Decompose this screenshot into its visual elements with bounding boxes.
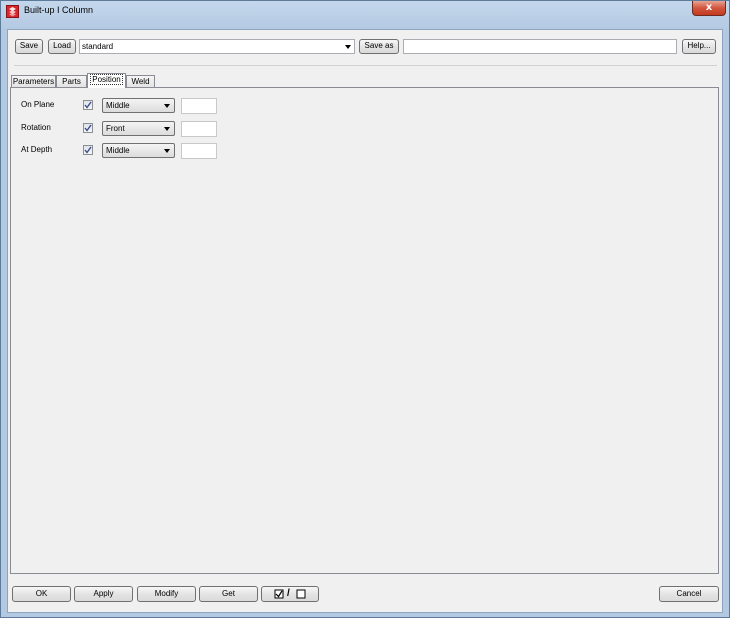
at-depth-offset-input[interactable] xyxy=(181,143,217,159)
chevron-down-icon[interactable] xyxy=(345,45,351,49)
tab-weld[interactable]: Weld xyxy=(126,75,155,87)
help-button[interactable]: Help... xyxy=(682,39,716,54)
modify-button[interactable]: Modify xyxy=(137,586,196,602)
title-bar[interactable]: Built-up I Column x xyxy=(1,1,729,22)
close-button[interactable]: x xyxy=(692,1,726,16)
ok-button[interactable]: OK xyxy=(12,586,71,602)
on-plane-checkbox[interactable] xyxy=(83,100,93,110)
rotation-checkbox[interactable] xyxy=(83,123,93,133)
attribute-file-combo[interactable]: standard xyxy=(79,39,355,54)
tab-parts[interactable]: Parts xyxy=(56,75,87,87)
chevron-down-icon xyxy=(164,104,170,108)
app-icon xyxy=(6,5,19,18)
get-button[interactable]: Get xyxy=(199,586,258,602)
apply-button[interactable]: Apply xyxy=(74,586,133,602)
on-plane-select[interactable]: Middle xyxy=(102,98,175,113)
on-plane-label: On Plane xyxy=(21,100,55,109)
tab-label: Parts xyxy=(62,77,81,86)
chevron-down-icon xyxy=(164,149,170,153)
at-depth-select[interactable]: Middle xyxy=(102,143,175,158)
at-depth-value: Middle xyxy=(106,146,130,155)
on-plane-offset-input[interactable] xyxy=(181,98,217,114)
on-plane-value: Middle xyxy=(106,101,130,110)
toggle-separator: / xyxy=(287,588,290,599)
check-icon xyxy=(84,101,92,109)
cancel-button[interactable]: Cancel xyxy=(659,586,719,602)
rotation-value: Front xyxy=(106,124,125,133)
tab-label: Weld xyxy=(131,77,150,86)
dialog-client-area: Save Load standard Save as Help... Param… xyxy=(7,29,723,613)
window-title: Built-up I Column xyxy=(24,5,94,15)
tab-label: Parameters xyxy=(12,77,55,86)
save-as-input[interactable] xyxy=(403,39,677,54)
toggle-checkbox-icon xyxy=(274,589,306,599)
load-button[interactable]: Load xyxy=(48,39,76,54)
rotation-label: Rotation xyxy=(21,123,51,132)
save-button[interactable]: Save xyxy=(15,39,43,54)
attribute-file-value: standard xyxy=(82,42,114,51)
tab-label: Position xyxy=(90,74,123,85)
tab-position[interactable]: Position xyxy=(87,73,126,88)
toolbar-divider xyxy=(14,65,717,66)
tab-parameters[interactable]: Parameters xyxy=(11,75,56,87)
check-icon xyxy=(84,146,92,154)
dialog-window: Built-up I Column x Save Load standard S… xyxy=(0,0,730,618)
toggle-all-checkboxes-button[interactable]: / xyxy=(261,586,319,602)
at-depth-label: At Depth xyxy=(21,145,53,154)
rotation-select[interactable]: Front xyxy=(102,121,175,136)
chevron-down-icon xyxy=(164,127,170,131)
save-as-button[interactable]: Save as xyxy=(359,39,399,54)
check-icon xyxy=(84,124,92,132)
position-tab-panel: On Plane Middle Rotation Front At Depth xyxy=(10,87,719,574)
rotation-offset-input[interactable] xyxy=(181,121,217,137)
at-depth-checkbox[interactable] xyxy=(83,145,93,155)
